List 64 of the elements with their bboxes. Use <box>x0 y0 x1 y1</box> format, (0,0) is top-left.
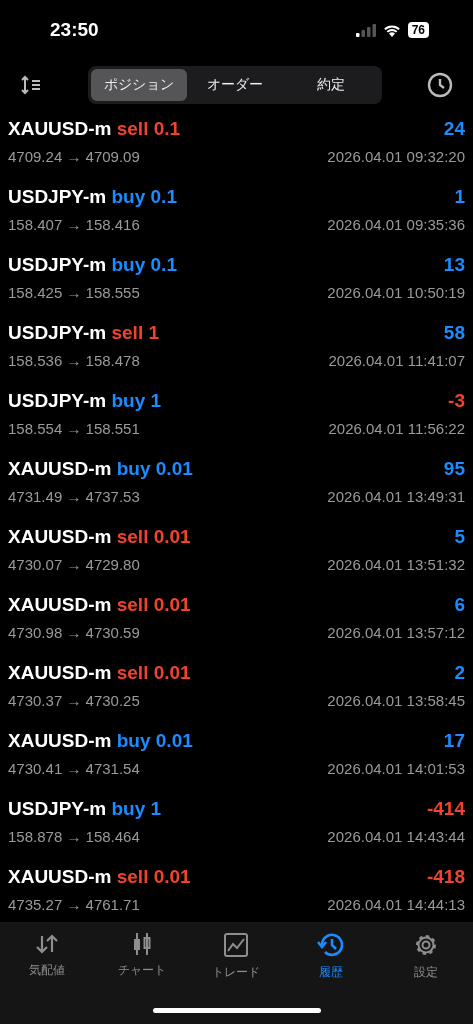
status-time: 23:50 <box>50 19 99 41</box>
price-range: 158.407 → 158.416 <box>8 216 140 233</box>
profit-value: 6 <box>454 594 465 616</box>
price-range: 4730.07 → 4729.80 <box>8 556 140 573</box>
profit-value: -3 <box>448 390 465 412</box>
segment-tab[interactable]: ポジション <box>90 69 187 101</box>
deal-time: 2026.04.01 11:56:22 <box>328 420 465 437</box>
profit-value: 5 <box>454 526 465 548</box>
price-range: 158.878 → 158.464 <box>8 828 140 845</box>
tab-bar-item[interactable]: チャート <box>94 932 190 981</box>
deal-title: XAUUSD-m sell 0.01 <box>8 594 191 616</box>
deal-title: XAUUSD-m buy 0.01 <box>8 730 193 752</box>
profit-value: -418 <box>426 866 465 888</box>
deal-title: USDJPY-m buy 0.1 <box>8 254 177 276</box>
deal-title: XAUUSD-m sell 0.01 <box>8 866 191 888</box>
tab-bar-item[interactable]: トレード <box>189 932 284 981</box>
deal-title: USDJPY-m buy 1 <box>8 798 162 820</box>
clock-icon[interactable] <box>427 72 453 98</box>
deal-time: 2026.04.01 13:57:12 <box>327 624 465 641</box>
profit-value: 2 <box>454 662 465 684</box>
sort-icon[interactable] <box>20 75 42 95</box>
profit-value: 58 <box>443 322 465 344</box>
price-range: 158.554 → 158.551 <box>8 420 140 437</box>
signal-icon <box>355 23 376 37</box>
deal-title: XAUUSD-m sell 0.01 <box>8 526 191 548</box>
price-range: 4731.49 → 4737.53 <box>8 488 140 505</box>
deal-title: USDJPY-m buy 1 <box>8 390 162 412</box>
deal-time: 2026.04.01 13:51:32 <box>327 556 465 573</box>
segment-tab[interactable]: オーダー <box>186 69 283 101</box>
profit-value: 95 <box>443 458 465 480</box>
profit-value: -414 <box>426 798 465 820</box>
profit-value: 1 <box>454 186 465 208</box>
deal-title: XAUUSD-m buy 0.01 <box>8 458 193 480</box>
tab-bar-item[interactable]: 設定 <box>378 932 473 981</box>
deal-time: 2026.04.01 14:44:13 <box>327 896 465 913</box>
price-range: 4730.41 → 4731.54 <box>8 760 140 777</box>
deal-time: 2026.04.01 14:01:53 <box>327 760 465 777</box>
deal-title: USDJPY-m sell 1 <box>8 322 160 344</box>
deal-time: 2026.04.01 14:43:44 <box>327 828 465 845</box>
profit-value: 13 <box>443 254 465 276</box>
segment-tab[interactable]: 約定 <box>282 69 379 101</box>
price-range: 158.536 → 158.478 <box>8 352 140 369</box>
deal-time: 2026.04.01 09:32:20 <box>327 148 465 165</box>
price-range: 4709.24 → 4709.09 <box>8 148 140 165</box>
deal-time: 2026.04.01 13:49:31 <box>327 488 465 505</box>
price-range: 158.425 → 158.555 <box>8 284 140 301</box>
profit-value: 17 <box>443 730 465 752</box>
wifi-icon <box>382 23 401 37</box>
deal-time: 2026.04.01 09:35:36 <box>327 216 465 233</box>
tab-bar-item[interactable]: 気配値 <box>0 932 95 981</box>
deal-time: 2026.04.01 10:50:19 <box>327 284 465 301</box>
deal-title: XAUUSD-m sell 0.01 <box>8 662 191 684</box>
price-range: 4735.27 → 4761.71 <box>8 896 140 913</box>
profit-value: 24 <box>443 118 465 140</box>
tab-bar-item[interactable]: 履歴 <box>283 932 379 981</box>
price-range: 4730.98 → 4730.59 <box>8 624 140 641</box>
deal-title: USDJPY-m buy 0.1 <box>8 186 177 208</box>
price-range: 4730.37 → 4730.25 <box>8 692 140 709</box>
deal-time: 2026.04.01 11:41:07 <box>328 352 465 369</box>
history-icon <box>317 932 346 958</box>
deal-time: 2026.04.01 13:58:45 <box>327 692 465 709</box>
line-chart-icon <box>223 932 250 958</box>
deal-title: XAUUSD-m sell 0.1 <box>8 118 181 140</box>
battery-level: 76 <box>407 22 429 38</box>
